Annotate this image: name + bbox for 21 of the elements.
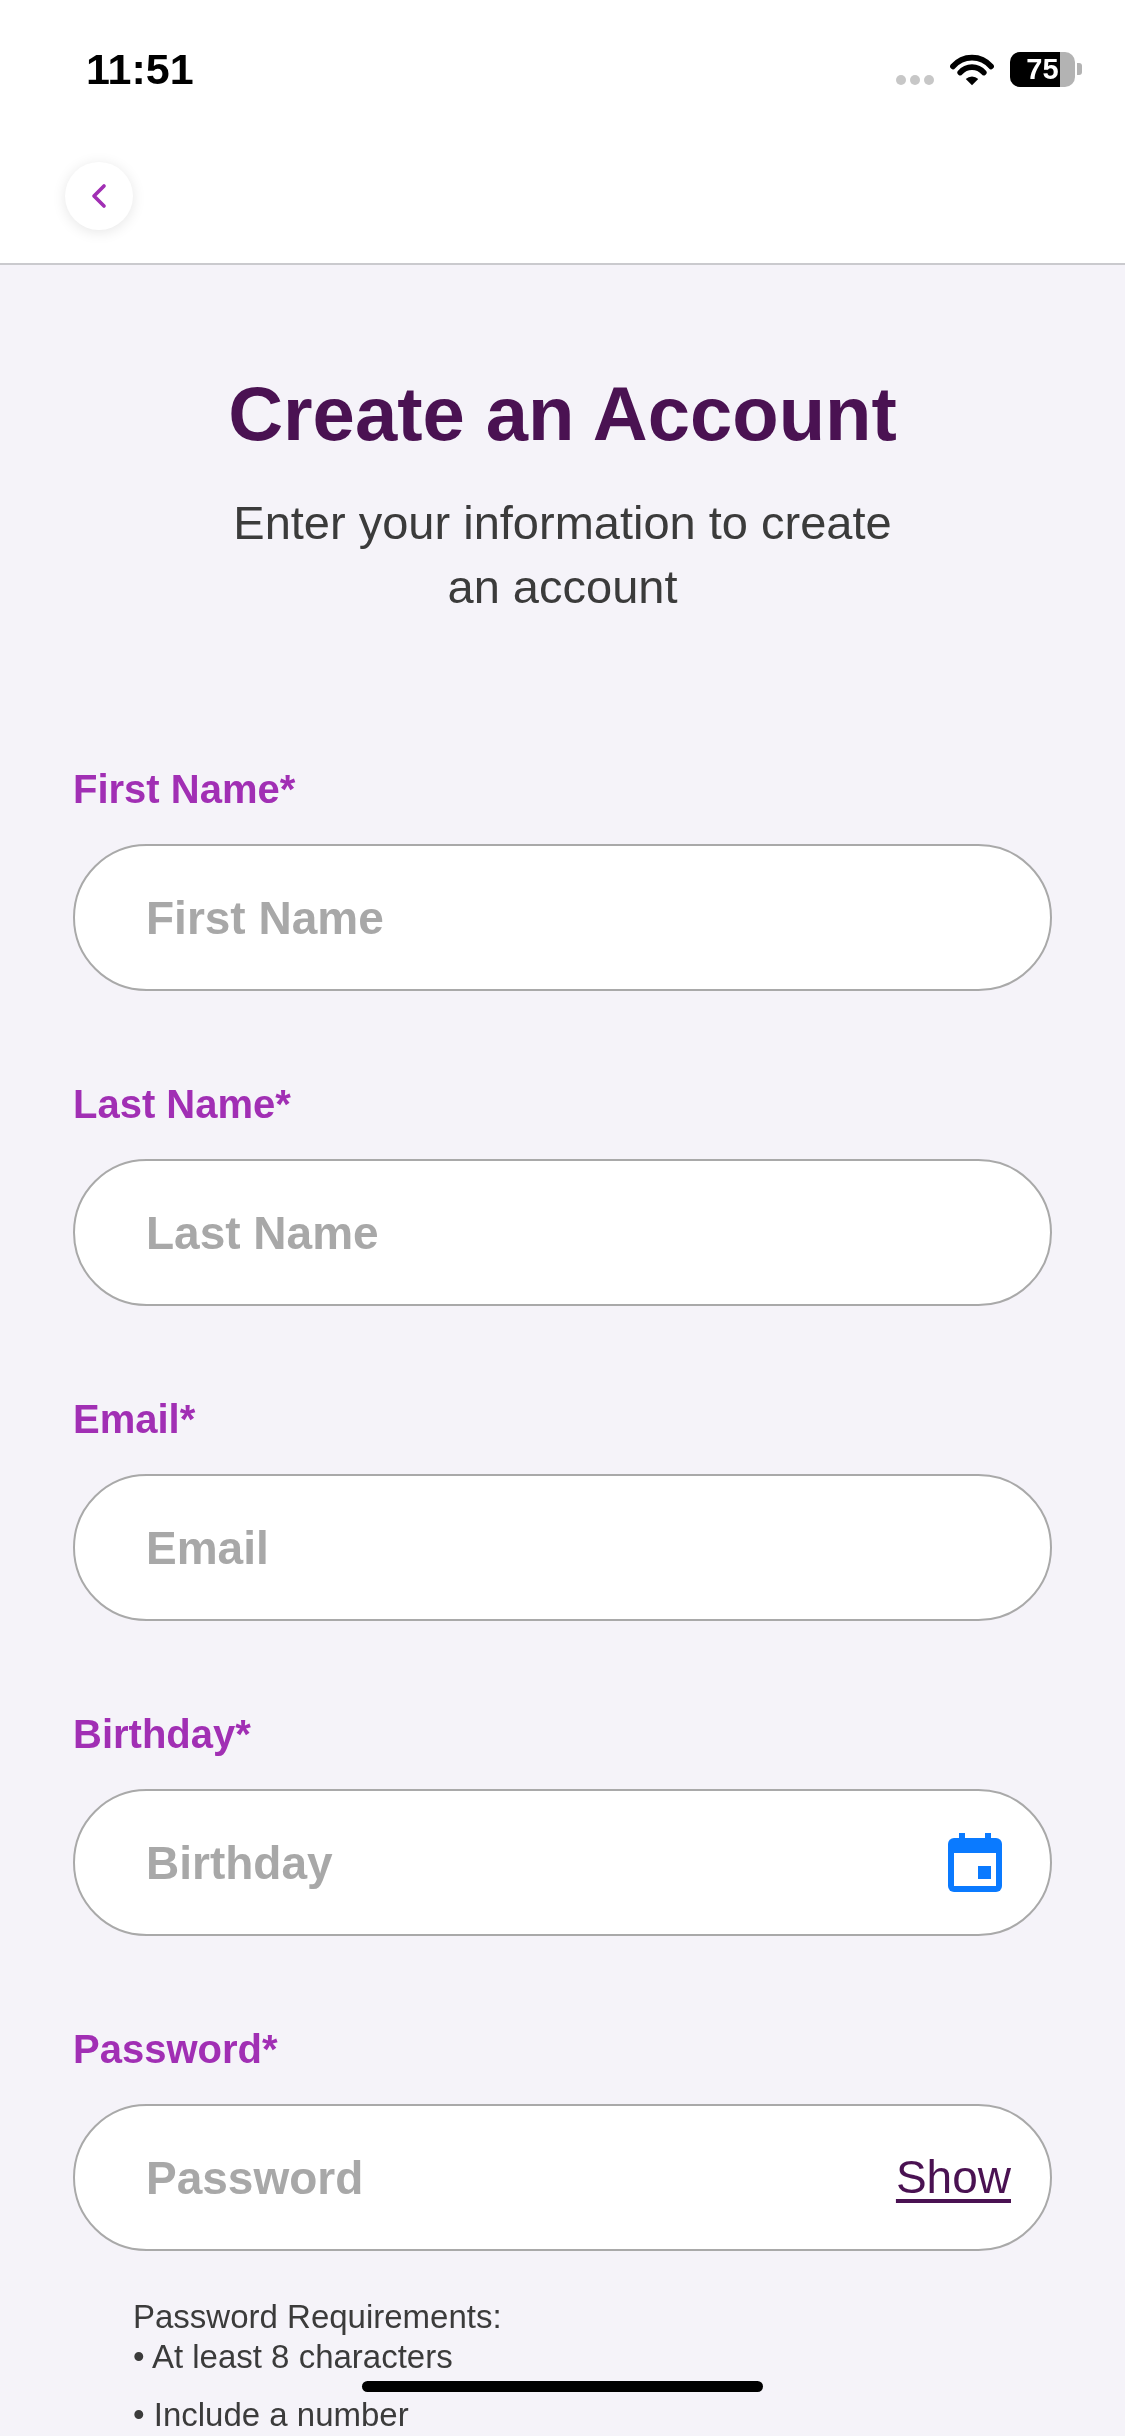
date-field[interactable]: Birthday — [73, 1789, 1052, 1936]
field-label: Email* — [73, 1396, 196, 1443]
field-label: Password* — [73, 2026, 278, 2073]
text-field[interactable]: First Name — [73, 844, 1052, 991]
status-time: 11:51 — [86, 47, 194, 91]
text-field[interactable]: Email — [73, 1474, 1052, 1621]
field-label: Last Name* — [73, 1081, 291, 1128]
page-subtitle: Enter your information to create an account — [232, 495, 893, 615]
requirement-item: • At least 8 characters — [133, 2338, 453, 2375]
calendar-icon — [948, 1833, 1002, 1892]
field-label: First Name* — [73, 766, 296, 813]
text-field[interactable]: Last Name — [73, 1159, 1052, 1306]
battery-percentage: 75 — [1025, 51, 1060, 87]
cellular-signal-icon — [896, 75, 934, 85]
battery-cap-icon — [1077, 63, 1082, 75]
requirements-heading: Password Requirements: — [133, 2298, 502, 2335]
wifi-icon — [950, 52, 994, 86]
show-password-link[interactable]: Show — [895, 2154, 1011, 2200]
field-label: Birthday* — [73, 1711, 251, 1758]
page-title: Create an Account — [228, 376, 897, 452]
requirement-item: • Include a number — [133, 2396, 409, 2433]
